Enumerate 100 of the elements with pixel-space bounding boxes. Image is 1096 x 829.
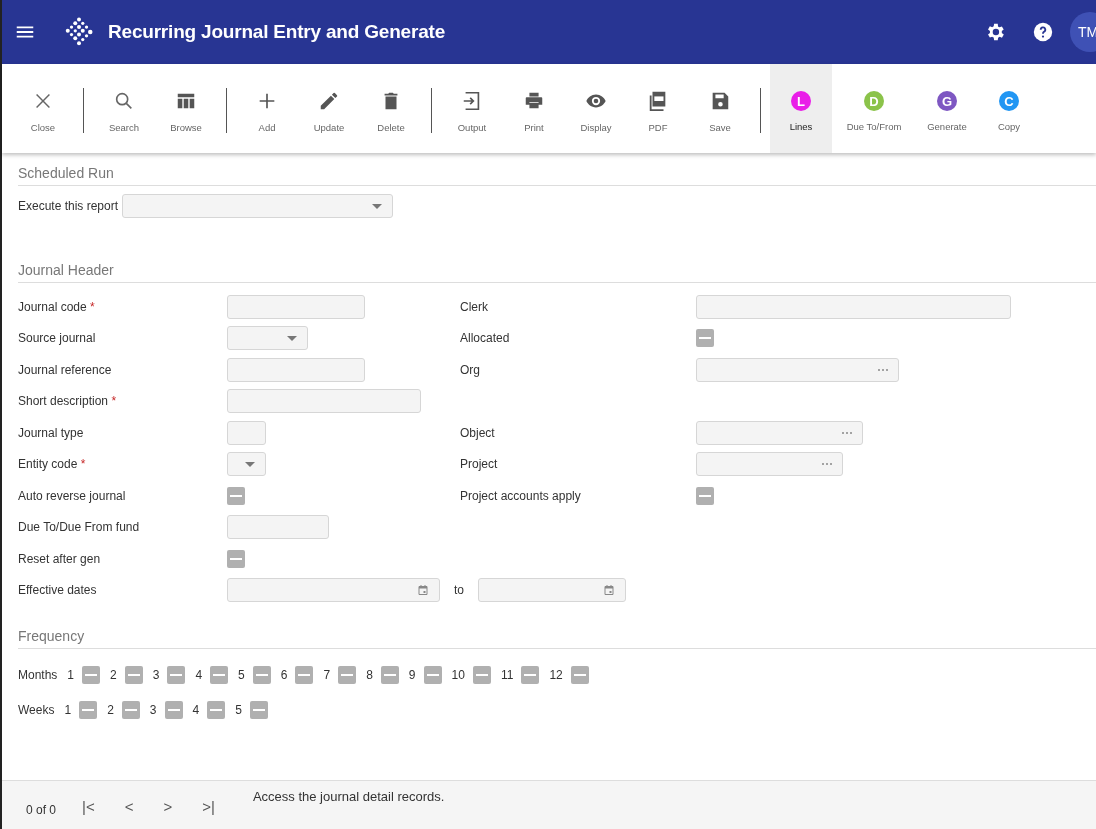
checkbox-label: 8 [366,667,373,682]
dotted-diamond-logo [64,17,94,47]
date-field[interactable] [478,578,626,603]
toolbar-button[interactable]: D Due To/From [832,64,916,153]
checkbox[interactable] [82,665,101,684]
field-label: Project accounts apply [460,488,582,503]
toolbar-button[interactable]: Close [12,64,74,153]
checkbox-label: 1 [67,667,75,682]
toolbar-button[interactable]: Save [689,64,751,153]
field-label: to [454,583,464,598]
toolbar-button[interactable]: Browse [155,64,217,153]
input-field[interactable] [696,294,1011,319]
record-count: 0 of 0 [26,803,57,817]
pager-button[interactable]: < [120,798,138,815]
checkbox-label: 2 [107,702,114,717]
toolbar-button[interactable]: Display [565,64,627,153]
checkbox[interactable] [472,665,491,684]
toolbar-button[interactable]: PDF [627,64,689,153]
pager-button[interactable]: >| [198,798,219,815]
checkbox[interactable] [380,665,399,684]
toolbar-button[interactable]: Output [441,64,503,153]
dropdown-field[interactable] [227,326,308,351]
section-title: Scheduled Run [18,165,1096,186]
checkbox-label: 5 [235,702,242,717]
lookup-field[interactable] [696,420,863,445]
dropdown-caret-icon [287,335,297,341]
lookup-field[interactable] [696,357,899,382]
field-label: Allocated [460,331,511,346]
dropdown-field[interactable] [227,452,266,477]
letter-badge: C [999,91,1019,111]
field-label: Entity code * [18,457,87,472]
checkbox[interactable] [124,665,143,684]
field-label: Object [460,425,496,440]
toolbar-button[interactable]: Update [298,64,360,153]
checkbox[interactable] [207,700,226,719]
checkbox[interactable] [570,665,589,684]
status-message: Access the journal detail records. [252,789,445,804]
input-field[interactable] [227,515,329,540]
dropdown-caret-icon [245,461,255,467]
field-label: Org [460,362,481,377]
field-label: Journal code * [18,299,96,314]
toolbar-button[interactable]: C Copy [978,64,1040,153]
checkbox[interactable] [696,486,714,505]
checkbox-label: 11 [500,667,514,682]
field-label: Source journal [18,331,97,346]
checkbox[interactable] [423,665,442,684]
lookup-field[interactable] [696,452,843,477]
pager-button[interactable]: |< [78,798,99,815]
checkbox-label: 7 [323,667,331,682]
checkbox[interactable] [696,329,714,348]
section-title: Journal Header [18,262,1096,283]
checkbox-label: 1 [64,702,72,717]
input-field[interactable] [227,389,421,414]
checkbox[interactable] [521,665,540,684]
input-field[interactable] [227,420,266,445]
dropdown-caret-icon [372,203,383,209]
toolbar-button[interactable]: Add [236,64,298,153]
checkbox[interactable] [295,665,314,684]
field-label: Journal type [18,425,85,440]
checkbox-label: 4 [192,702,200,717]
section-title: Frequency [18,628,1096,649]
checkbox[interactable] [227,549,245,568]
date-field[interactable] [227,578,440,603]
checkbox-label: 3 [152,667,160,682]
pencil-icon [318,90,340,112]
checkbox[interactable] [167,665,186,684]
letter-badge: G [937,91,957,111]
search-icon [113,90,135,112]
field-label: Clerk [460,299,489,314]
field-label: Months [18,667,58,682]
checkbox-label: 9 [408,667,416,682]
checkbox-label: 3 [149,702,157,717]
checkbox[interactable] [227,486,245,505]
checkbox[interactable] [121,700,140,719]
checkbox-label: 2 [110,667,117,682]
field-label: Execute this report [18,199,119,213]
calendar-icon [417,584,429,597]
checkbox-label: 6 [280,667,288,682]
checkbox[interactable] [210,665,229,684]
toolbar-button[interactable]: Search [93,64,155,153]
toolbar-button[interactable]: G Generate [916,64,978,153]
checkbox[interactable] [164,700,183,719]
field-label: Weeks [18,702,55,717]
help-icon[interactable] [1032,21,1054,43]
checkbox[interactable] [79,700,98,719]
checkbox-label: 10 [451,667,465,682]
checkbox-label: 12 [549,667,563,682]
field-label: Project [460,457,499,472]
checkbox[interactable] [249,700,268,719]
input-field[interactable] [227,294,365,319]
checkbox[interactable] [338,665,357,684]
field-label: Due To/Due From fund [18,520,141,535]
toolbar-button[interactable]: L Lines [770,64,832,153]
checkbox[interactable] [252,665,271,684]
pager-button[interactable]: > [159,798,177,815]
toolbar-button[interactable]: Print [503,64,565,153]
input-field[interactable] [227,357,365,382]
dropdown-field[interactable] [122,194,394,218]
field-label: Auto reverse journal [18,488,127,503]
toolbar-button[interactable]: Delete [360,64,422,153]
